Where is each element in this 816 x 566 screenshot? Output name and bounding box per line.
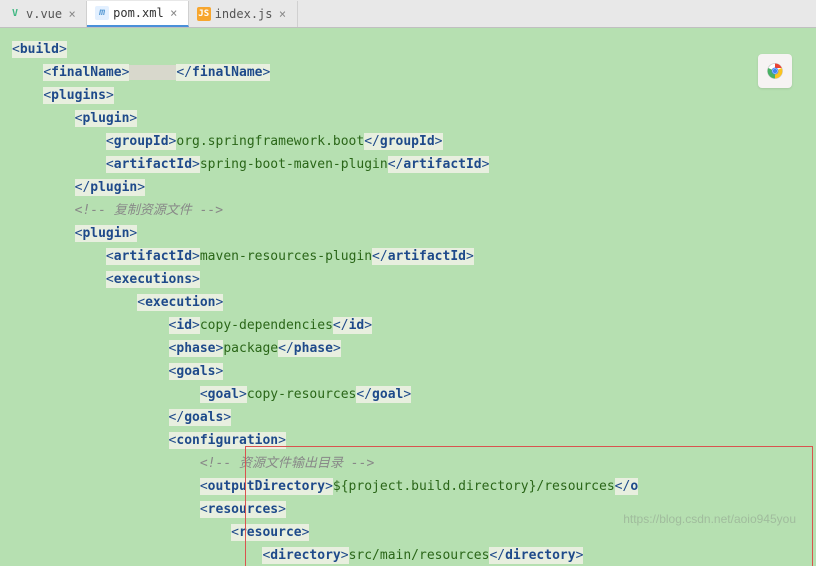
code-line: <id>copy-dependencies</id> xyxy=(12,314,804,337)
close-icon[interactable]: × xyxy=(66,8,78,20)
code-line: <configuration> xyxy=(12,429,804,452)
tab-bar: V v.vue × m pom.xml × JS index.js × xyxy=(0,0,816,28)
code-line: <artifactId>spring-boot-maven-plugin</ar… xyxy=(12,153,804,176)
maven-icon: m xyxy=(95,6,109,20)
code-line: <directory>src/main/resources</directory… xyxy=(12,544,804,566)
code-line: <!-- 复制资源文件 --> xyxy=(12,199,804,222)
code-line: <plugin> xyxy=(12,107,804,130)
tab-vue[interactable]: V v.vue × xyxy=(0,1,87,27)
watermark: https://blog.csdn.net/aoio945you xyxy=(623,512,796,526)
code-line: <build> xyxy=(12,38,804,61)
code-line: <goal>copy-resources</goal> xyxy=(12,383,804,406)
code-editor[interactable]: <build> <finalName> </finalName> <plugin… xyxy=(0,28,816,566)
code-line: </goals> xyxy=(12,406,804,429)
code-line: <artifactId>maven-resources-plugin</arti… xyxy=(12,245,804,268)
code-line: <!-- 资源文件输出目录 --> xyxy=(12,452,804,475)
close-icon[interactable]: × xyxy=(277,8,289,20)
tab-label: v.vue xyxy=(26,7,62,21)
code-line: <plugins> xyxy=(12,84,804,107)
code-line: </plugin> xyxy=(12,176,804,199)
code-line: <execution> xyxy=(12,291,804,314)
code-line: <phase>package</phase> xyxy=(12,337,804,360)
code-line: <plugin> xyxy=(12,222,804,245)
js-icon: JS xyxy=(197,7,211,21)
chrome-icon[interactable] xyxy=(758,54,792,88)
code-line: <executions> xyxy=(12,268,804,291)
tab-label: index.js xyxy=(215,7,273,21)
code-line: <groupId>org.springframework.boot</group… xyxy=(12,130,804,153)
code-line: <outputDirectory>${project.build.directo… xyxy=(12,475,804,498)
close-icon[interactable]: × xyxy=(168,7,180,19)
tab-index[interactable]: JS index.js × xyxy=(189,1,298,27)
code-line: <goals> xyxy=(12,360,804,383)
tab-pom[interactable]: m pom.xml × xyxy=(87,1,189,27)
code-line: <finalName> </finalName> xyxy=(12,61,804,84)
vue-icon: V xyxy=(8,7,22,21)
tab-label: pom.xml xyxy=(113,6,164,20)
